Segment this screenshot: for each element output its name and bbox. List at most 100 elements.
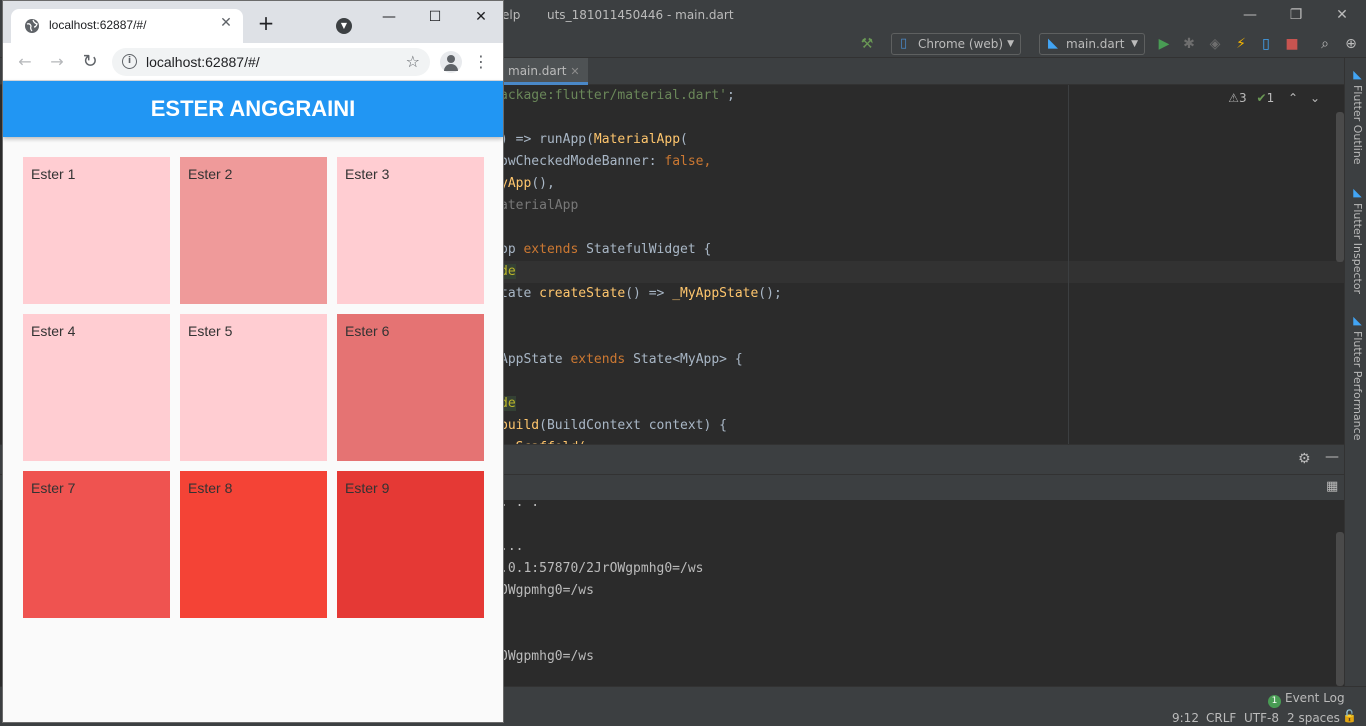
code-token: extends	[570, 352, 634, 367]
code-token: aterialApp	[500, 198, 579, 213]
tool-tab-flutter-performance[interactable]: ◣ Flutter Performance	[1348, 314, 1364, 440]
flutter-icon: ◣	[1351, 186, 1364, 199]
file-encoding[interactable]: UTF-8	[1244, 711, 1279, 725]
ide-minimize-button[interactable]: —	[1238, 4, 1262, 26]
unlock-icon[interactable]: 🔓	[1342, 709, 1357, 723]
close-icon[interactable]: ✕	[570, 65, 579, 78]
attach-icon[interactable]: ◈	[1206, 35, 1224, 53]
code-token: _MyAppState	[672, 286, 759, 301]
check-count: 1	[1266, 91, 1275, 105]
grid-tile-label: Ester 2	[188, 166, 233, 182]
grid-tile-label: Ester 8	[188, 480, 233, 496]
forward-button[interactable]: →	[47, 52, 67, 72]
minimize-panel-icon[interactable]: —	[1325, 449, 1339, 465]
stop-icon[interactable]: ■	[1283, 35, 1301, 53]
chevron-up-icon[interactable]: ⌃	[1288, 91, 1298, 105]
chrome-menu-icon[interactable]: ⋮	[473, 52, 489, 72]
code-token: ;	[726, 88, 735, 103]
grid-tile-label: Ester 5	[188, 323, 233, 339]
new-tab-button[interactable]: +	[256, 13, 276, 33]
inspection-widget[interactable]: ⚠3 ✔1 ⌃ ⌄	[1228, 91, 1320, 105]
close-icon[interactable]: ✕	[217, 15, 235, 31]
menu-help[interactable]: elp	[502, 8, 520, 22]
site-info-icon[interactable]: i	[122, 54, 137, 69]
code-token: ackage:flutter/material.dart'	[500, 88, 727, 103]
chrome-tab-active[interactable]: localhost:62887/#/ ✕	[11, 9, 243, 43]
search-icon[interactable]: ⌕	[1316, 35, 1334, 53]
device-selector-label: Chrome (web)	[918, 37, 1004, 51]
chrome-tab-title: localhost:62887/#/	[49, 18, 147, 32]
chrome-window: localhost:62887/#/ ✕ + ▼ — ☐ ✕ ← → ↻ i l…	[2, 0, 504, 723]
grid-tile-label: Ester 1	[31, 166, 76, 182]
event-log-button[interactable]: 1 Event Log	[1268, 691, 1345, 708]
hot-reload-icon[interactable]: ⚡	[1232, 35, 1250, 53]
code-line: ackage:flutter/material.dart';	[500, 85, 735, 107]
chevron-down-icon: ▼	[1131, 39, 1138, 49]
code-line: AppState extends State<MyApp> {	[500, 349, 743, 371]
editor-tab-label: main.dart	[508, 64, 567, 78]
grid-tile-label: Ester 6	[345, 323, 390, 339]
console-scrollbar[interactable]	[1336, 532, 1344, 686]
chrome-toolbar: ← → ↻ i localhost:62887/#/ ☆ ⋮	[3, 43, 503, 81]
bookmark-star-icon[interactable]: ☆	[406, 52, 420, 71]
line-separator[interactable]: CRLF	[1206, 711, 1236, 725]
reload-button[interactable]: ↻	[80, 52, 100, 72]
grid-tile: Ester 9	[337, 471, 484, 618]
back-button[interactable]: ←	[15, 52, 35, 72]
event-count-badge: 1	[1268, 695, 1281, 708]
chevron-down-icon: ▼	[1007, 39, 1014, 49]
flutter-app: ESTER ANGGRAINI Ester 1 Ester 2 Ester 3 Est…	[3, 81, 503, 722]
device-icon[interactable]: ▯	[1257, 35, 1275, 53]
run-icon[interactable]: ▶	[1155, 35, 1173, 53]
code-line: yApp(),	[500, 173, 555, 195]
caret-position[interactable]: 9:12	[1172, 711, 1199, 725]
code-token: State<MyApp> {	[633, 352, 743, 367]
flutter-icon: ◣	[1048, 36, 1058, 51]
chevron-down-icon[interactable]: ⌄	[1310, 91, 1320, 105]
code-token: extends	[523, 242, 587, 257]
code-token: StatefulWidget {	[586, 242, 712, 257]
flutter-icon: ◣	[1351, 314, 1364, 327]
editor-scrollbar[interactable]	[1336, 112, 1344, 262]
event-log-label: Event Log	[1285, 691, 1345, 705]
tool-tab-flutter-inspector[interactable]: ◣ Flutter Inspector	[1348, 186, 1364, 294]
console-line: OWgpmhg0=/ws	[500, 583, 594, 598]
device-selector[interactable]: ▯ Chrome (web) ▼	[891, 33, 1021, 55]
layout-icon[interactable]: ▦	[1326, 479, 1338, 494]
debug-icon[interactable]: ✱	[1180, 35, 1198, 53]
code-token: () =>	[625, 286, 673, 301]
grid-tile-label: Ester 4	[31, 323, 76, 339]
grid-tile: Ester 6	[337, 314, 484, 461]
hammer-icon[interactable]: ⚒	[858, 35, 876, 53]
grid-tile: Ester 5	[180, 314, 327, 461]
code-token: owCheckedModeBanner:	[500, 154, 665, 169]
editor-tab-main-dart[interactable]: main.dart ✕	[500, 58, 588, 85]
code-token: false	[664, 154, 704, 169]
code-line: Scaffold(	[500, 437, 586, 444]
profile-avatar-icon[interactable]	[440, 51, 462, 73]
chrome-close-button[interactable]: ✕	[469, 7, 493, 27]
tab-search-icon[interactable]: ▼	[336, 18, 352, 34]
gear-icon[interactable]: ⚙	[1298, 451, 1311, 467]
indent-setting[interactable]: 2 spaces	[1287, 711, 1340, 725]
ide-close-button[interactable]: ✕	[1330, 4, 1354, 26]
chrome-maximize-button[interactable]: ☐	[423, 7, 447, 27]
code-line: tate createState() => _MyAppState();	[500, 283, 782, 305]
grid-tile: Ester 3	[337, 157, 484, 304]
address-bar[interactable]: i localhost:62887/#/ ☆	[112, 48, 430, 76]
code-token: (),	[531, 176, 555, 191]
code-line: build(BuildContext context) {	[500, 415, 727, 437]
chrome-minimize-button[interactable]: —	[377, 7, 401, 27]
tool-tab-label: Flutter Inspector	[1351, 203, 1364, 295]
app-bar: ESTER ANGGRAINI	[3, 81, 503, 137]
tool-tab-flutter-outline[interactable]: ◣ Flutter Outline	[1348, 68, 1364, 165]
code-token: (BuildContext context) {	[539, 418, 727, 433]
grid-tile: Ester 8	[180, 471, 327, 618]
tool-tab-label: Flutter Outline	[1351, 85, 1364, 165]
ide-restore-button[interactable]: ❐	[1284, 4, 1308, 26]
code-line: ) => runApp(MaterialApp(	[500, 129, 688, 151]
code-token: (	[680, 132, 688, 147]
ide-updates-icon[interactable]: ⊕	[1342, 35, 1360, 53]
run-config-selector[interactable]: ◣ main.dart ▼	[1039, 33, 1145, 55]
grid-tile: Ester 4	[23, 314, 170, 461]
